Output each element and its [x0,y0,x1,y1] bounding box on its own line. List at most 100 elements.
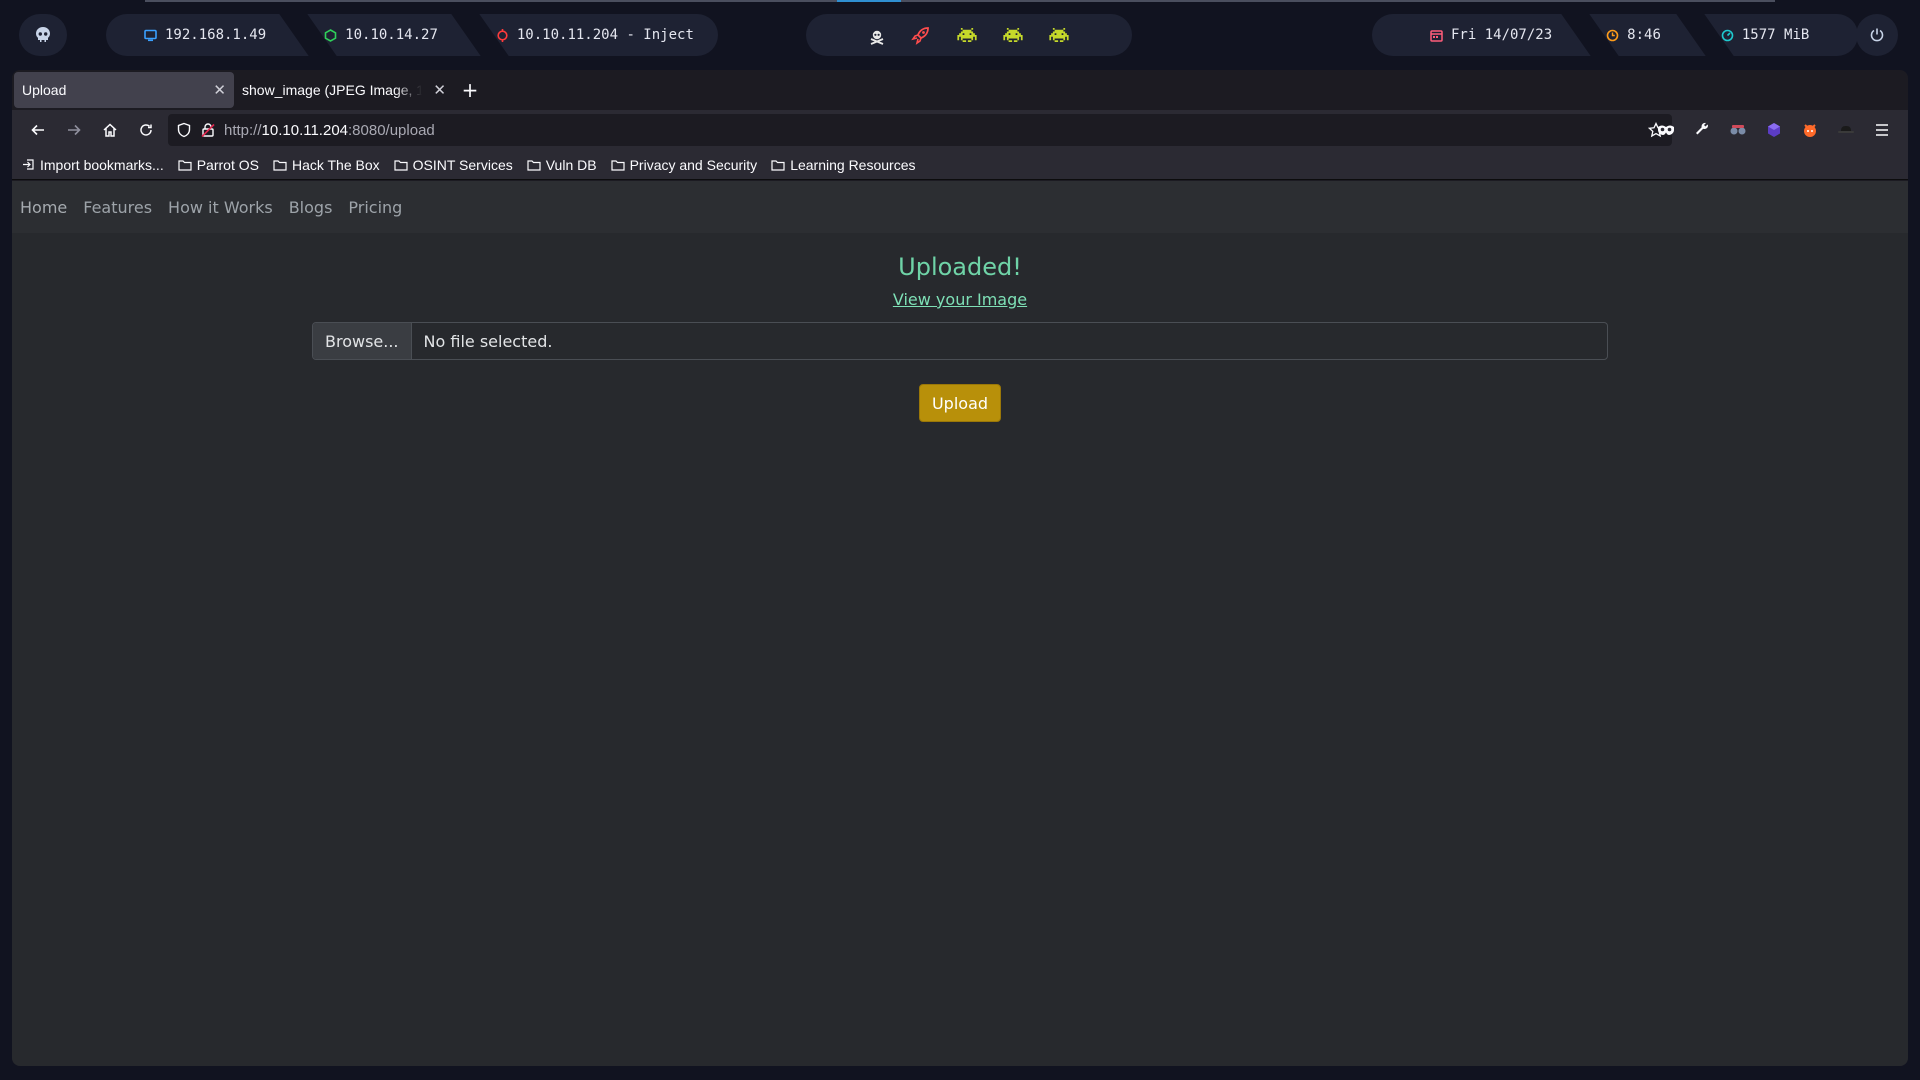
folder-icon [394,159,408,171]
extension-button[interactable] [1792,114,1828,146]
target-icon [496,28,509,42]
menu-button[interactable] [1864,114,1900,146]
monitor-icon [144,29,157,42]
extension-button[interactable] [1648,114,1684,146]
vpn-ip-segment: 10.10.14.27 [308,14,454,56]
bookmark-folder[interactable]: OSINT Services [394,157,513,173]
bookmark-folder[interactable]: Parrot OS [178,157,259,173]
browser-window: Upload ✕ show_image (JPEG Image, 1 ✕ + h… [12,70,1908,1066]
bookmark-folder[interactable]: Vuln DB [527,157,597,173]
file-status-text: No file selected. [423,331,553,351]
menu-launcher[interactable] [19,14,67,56]
vpn-ip: 10.10.14.27 [345,27,438,43]
bookmark-label: Vuln DB [545,156,597,173]
bookmark-label: Import bookmarks... [40,156,164,173]
extension-button[interactable] [1756,114,1792,146]
time-segment: 8:46 [1590,14,1677,56]
memory-text: 1577 MiB [1741,27,1810,43]
home-button[interactable] [92,114,128,146]
workspace-switcher [806,14,1132,56]
folder-icon [771,159,785,171]
bookmark-folder[interactable]: Privacy and Security [610,156,758,173]
wrench-icon [1696,122,1709,135]
forward-button[interactable] [56,114,92,146]
folder-icon [610,159,625,171]
tab-upload[interactable]: Upload ✕ [14,72,234,108]
nav-home[interactable]: Home [20,198,67,217]
bookmark-label: Learning Resources [790,156,916,173]
bookmark-folder[interactable]: Hack The Box [273,157,380,173]
nav-how-it-works[interactable]: How it Works [168,198,273,217]
arrow-left-icon [31,124,44,136]
clock-icon [1606,29,1619,42]
plus-icon: + [461,78,479,102]
extension-button[interactable] [1828,114,1864,146]
fox-extension-icon [1804,124,1816,137]
space-invader-icon[interactable] [1049,28,1069,42]
arrow-right-icon [68,124,81,136]
date-text: Fri 14/07/23 [1451,27,1553,43]
nav-blogs[interactable]: Blogs [289,198,333,217]
view-link-row: View your Image [12,290,1908,309]
calendar-icon [1430,29,1443,42]
space-invader-icon[interactable] [1003,28,1023,42]
power-icon [1869,27,1885,43]
bookmark-label: Hack The Box [291,156,380,173]
tab-title: show_image (JPEG Image, 1 [242,82,422,98]
insecure-lock-icon[interactable] [200,122,216,138]
power-button[interactable] [1856,14,1898,56]
memory-gauge-icon [1721,29,1734,42]
new-tab-button[interactable]: + [454,74,486,106]
home-icon [103,123,117,137]
target-ip: 10.10.11.204 - Inject [516,27,694,43]
reload-button[interactable] [128,114,164,146]
space-invader-icon[interactable] [957,28,977,42]
extension-button[interactable] [1720,114,1756,146]
spy-glasses-icon [1730,125,1746,135]
url-text[interactable]: http://10.10.11.204:8080/upload [224,122,435,139]
reload-icon [140,124,152,136]
upload-button[interactable]: Upload [919,384,1001,422]
bookmark-label: Privacy and Security [629,156,758,173]
tab-strip: Upload ✕ show_image (JPEG Image, 1 ✕ + [14,72,1906,108]
folder-icon [273,159,287,171]
bookmarks-toolbar: Import bookmarks... Parrot OS Hack The B… [12,150,1908,180]
extensions-toolbar [1648,114,1900,146]
vpn-shield-icon [324,28,337,42]
file-input[interactable]: Browse... No file selected. [312,322,1608,360]
top-progress-line [145,0,1775,2]
nav-features[interactable]: Features [83,198,152,217]
upload-status-heading: Uploaded! [898,253,1022,281]
system-status-bar: Fri 14/07/23 8:46 1577 MiB [1372,14,1858,56]
local-ip-segment: 192.168.1.49 [126,14,282,56]
folder-icon [527,159,541,171]
tracking-shield-icon[interactable] [176,122,192,138]
close-tab-icon[interactable]: ✕ [433,81,446,99]
bookmark-label: OSINT Services [412,156,513,173]
date-segment: Fri 14/07/23 [1390,14,1568,56]
tab-show-image[interactable]: show_image (JPEG Image, 1 ✕ [234,72,454,108]
local-ip: 192.168.1.49 [165,27,267,43]
hat-icon [1838,126,1854,133]
rocket-icon[interactable] [911,25,931,45]
bookmark-folder[interactable]: Learning Resources [771,157,915,173]
bookmark-import[interactable]: Import bookmarks... [22,157,164,173]
bookmark-label: Parrot OS [196,156,259,173]
skull-crossbones-icon[interactable] [869,29,885,45]
network-status-bar: 192.168.1.49 10.10.14.27 10.10.11.204 - … [106,14,718,56]
tab-title: Upload [22,82,67,98]
close-tab-icon[interactable]: ✕ [213,81,226,99]
address-bar[interactable]: http://10.10.11.204:8080/upload [168,114,1672,146]
time-text: 8:46 [1627,27,1661,43]
nav-pricing[interactable]: Pricing [348,198,402,217]
import-icon [23,159,34,170]
browse-button[interactable]: Browse... [313,323,412,359]
view-image-link[interactable]: View your Image [893,290,1027,309]
navigation-toolbar: http://10.10.11.204:8080/upload [12,110,1908,150]
target-ip-segment: 10.10.11.204 - Inject [480,14,710,56]
extension-button[interactable] [1684,114,1720,146]
mask-icon [1658,125,1674,135]
back-button[interactable] [20,114,56,146]
skull-icon [34,26,52,44]
site-navbar: Home Features How it Works Blogs Pricing [12,181,1908,233]
